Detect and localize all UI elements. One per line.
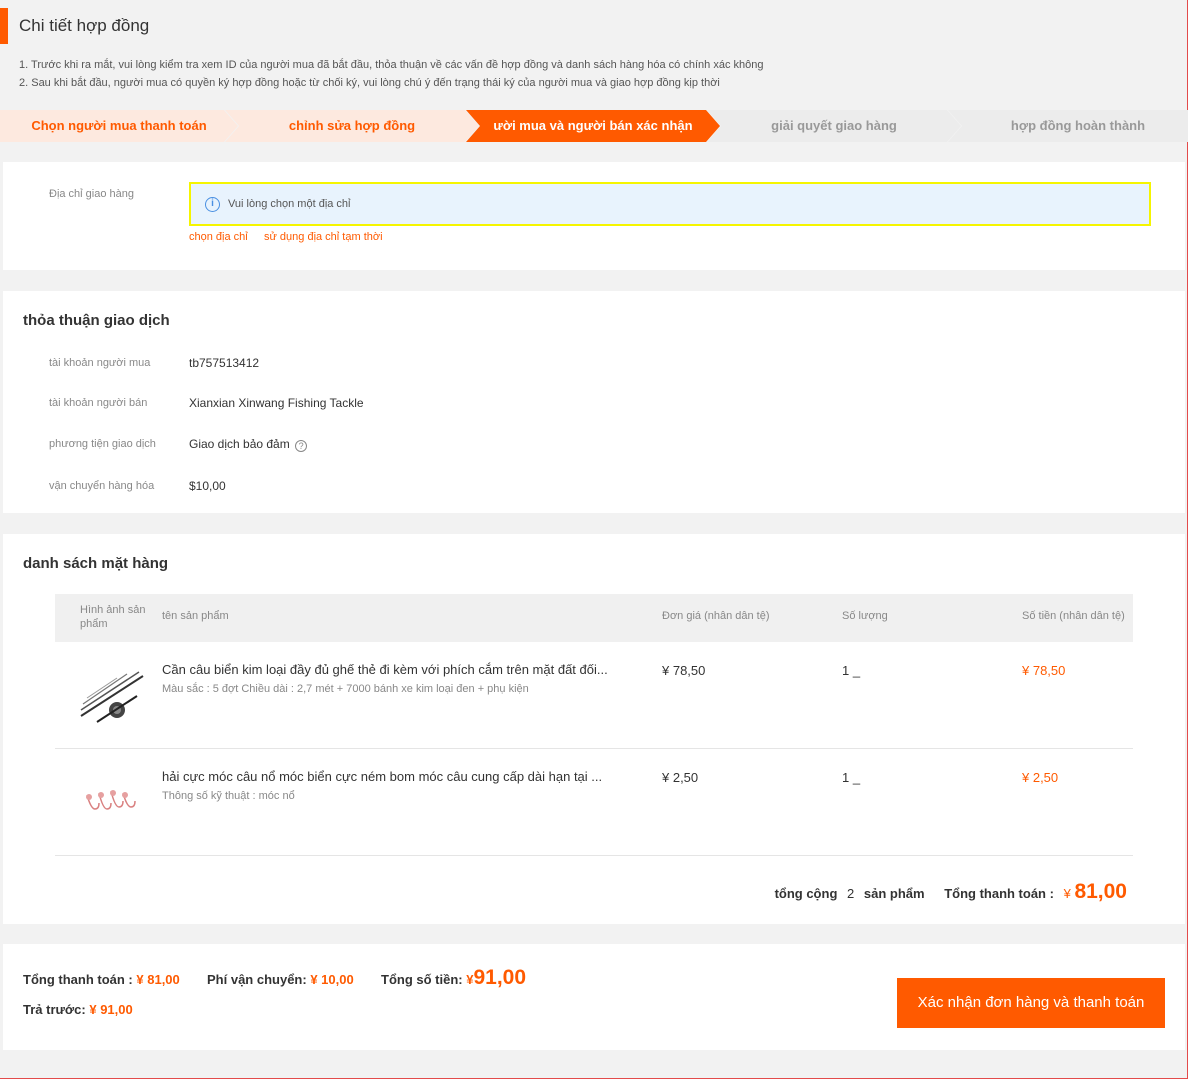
footer-total-label: Tổng thanh toán :	[23, 972, 133, 987]
seller-account-label: tài khoản người bán	[49, 397, 148, 409]
buyer-account-label: tài khoản người mua	[49, 357, 151, 369]
shipping-value: $10,00	[189, 479, 226, 493]
agreement-title: thỏa thuận giao dịch	[23, 312, 170, 329]
product-spec: Thông số kỹ thuật : móc nổ	[162, 790, 295, 802]
header-name: tên sản phẩm	[162, 610, 229, 622]
footer-prepay: Trả trước: ¥ 91,00	[23, 1002, 133, 1017]
payment-method-label: phương tiện giao dịch	[49, 438, 156, 450]
step-select-buyer: Chọn người mua thanh toán	[0, 110, 238, 142]
summary-pay-label: Tổng thanh toán :	[944, 886, 1054, 901]
line-amount: ¥ 2,50	[1022, 770, 1059, 785]
unit-price: ¥ 78,50	[662, 663, 706, 678]
payment-method-text: Giao dịch bảo đảm	[189, 437, 290, 451]
table-row: Cần câu biển kim loại đầy đủ ghế thẻ đi …	[55, 642, 1133, 749]
step-label: Chọn người mua thanh toán	[31, 118, 207, 133]
header-amount: Số tiền (nhân dân tệ)	[1022, 610, 1125, 622]
summary-count: 2	[847, 886, 855, 901]
step-label: hợp đồng hoàn thành	[1010, 118, 1146, 133]
confirm-order-button[interactable]: Xác nhận đơn hàng và thanh toán	[897, 978, 1165, 1028]
items-panel: danh sách mặt hàng Hình ảnh sản phẩm tên…	[3, 534, 1185, 924]
footer-prepay-value: ¥ 91,00	[89, 1002, 133, 1017]
product-name[interactable]: Cần câu biển kim loại đầy đủ ghế thẻ đi …	[162, 662, 632, 677]
step-label: ười mua và người bán xác nhận	[493, 118, 693, 133]
instructions: 1. Trước khi ra mắt, vui lòng kiểm tra x…	[19, 56, 763, 92]
step-label: chỉnh sửa hợp đồng	[288, 118, 416, 133]
instruction-line: 2. Sau khi bắt đầu, người mua có quyền k…	[19, 77, 720, 89]
step-edit-contract: chỉnh sửa hợp đồng	[225, 110, 479, 142]
table-row: hải cực móc câu nổ móc biển cực ném bom …	[55, 749, 1133, 856]
agreement-panel: thỏa thuận giao dịch tài khoản người mua…	[3, 291, 1185, 513]
quantity: 1 _	[842, 663, 861, 678]
product-spec: Màu sắc : 5 đợt Chiều dài : 2,7 mét + 70…	[162, 683, 529, 695]
footer-shipping-value: ¥ 10,00	[310, 972, 354, 987]
header-unit-price: Đơn giá (nhân dân tệ)	[662, 610, 770, 622]
info-icon: i	[205, 197, 220, 212]
items-summary: tổng cộng 2 sản phẩm Tổng thanh toán : ¥…	[775, 880, 1127, 904]
payment-method-value: Giao dịch bảo đảm ?	[189, 437, 308, 452]
header-image: Hình ảnh sản phẩm	[80, 603, 145, 631]
line-amount: ¥ 78,50	[1022, 663, 1066, 678]
progress-steps: Chọn người mua thanh toán chỉnh sửa hợp …	[0, 110, 1188, 142]
footer-panel: Tổng thanh toán : ¥ 81,00 Phí vận chuyển…	[3, 944, 1185, 1050]
items-title: danh sách mặt hàng	[23, 555, 169, 572]
instruction-line: 1. Trước khi ra mắt, vui lòng kiểm tra x…	[19, 59, 764, 71]
shipping-label: vận chuyển hàng hóa	[49, 480, 155, 492]
step-label: giải quyết giao hàng	[771, 118, 897, 133]
footer-sum-label: Tổng số tiền:	[381, 972, 463, 987]
address-panel: Địa chỉ giao hàng i Vui lòng chọn một đị…	[3, 162, 1185, 270]
summary-currency: ¥	[1063, 886, 1071, 901]
footer-total-value: ¥ 81,00	[136, 972, 180, 987]
buyer-account-value: tb757513412	[189, 356, 260, 370]
step-complete: hợp đồng hoàn thành	[948, 110, 1188, 142]
footer-shipping-label: Phí vận chuyển:	[207, 972, 307, 987]
footer-sum-value: 91,00	[473, 966, 527, 989]
footer-prepay-label: Trả trước:	[23, 1002, 86, 1017]
fishing-hook-icon	[77, 767, 147, 837]
step-delivery: giải quyết giao hàng	[707, 110, 961, 142]
address-label: Địa chỉ giao hàng	[49, 188, 135, 200]
seller-account-value: Xianxian Xinwang Fishing Tackle	[189, 396, 364, 410]
footer-total: Tổng thanh toán : ¥ 81,00	[23, 972, 180, 987]
help-icon[interactable]: ?	[295, 440, 308, 452]
header-quantity: Số lượng	[842, 610, 888, 622]
unit-price: ¥ 2,50	[662, 770, 699, 785]
fishing-rod-icon	[77, 660, 147, 730]
quantity: 1 _	[842, 770, 861, 785]
product-name[interactable]: hải cực móc câu nổ móc biển cực ném bom …	[162, 769, 627, 784]
header-image-line: phẩm	[80, 618, 108, 630]
summary-total-label: tổng cộng	[774, 886, 838, 901]
choose-address-link[interactable]: chọn địa chỉ	[189, 231, 248, 243]
step-confirm: ười mua và người bán xác nhận	[466, 110, 720, 142]
title-accent-bar	[0, 8, 8, 44]
footer-sum: Tổng số tiền: ¥91,00	[381, 966, 526, 990]
footer-shipping: Phí vận chuyển: ¥ 10,00	[207, 972, 354, 987]
header-image-line: Hình ảnh sản	[80, 604, 146, 616]
page-title: Chi tiết hợp đồng	[19, 16, 150, 35]
address-notice-text: Vui lòng chọn một địa chỉ	[228, 198, 351, 210]
items-table-header: Hình ảnh sản phẩm tên sản phẩm Đơn giá (…	[55, 594, 1133, 642]
summary-unit: sản phẩm	[863, 886, 925, 901]
temporary-address-link[interactable]: sử dụng địa chỉ tạm thời	[264, 231, 383, 243]
address-notice: i Vui lòng chọn một địa chỉ	[189, 182, 1151, 226]
summary-pay-value: 81,00	[1074, 880, 1127, 903]
